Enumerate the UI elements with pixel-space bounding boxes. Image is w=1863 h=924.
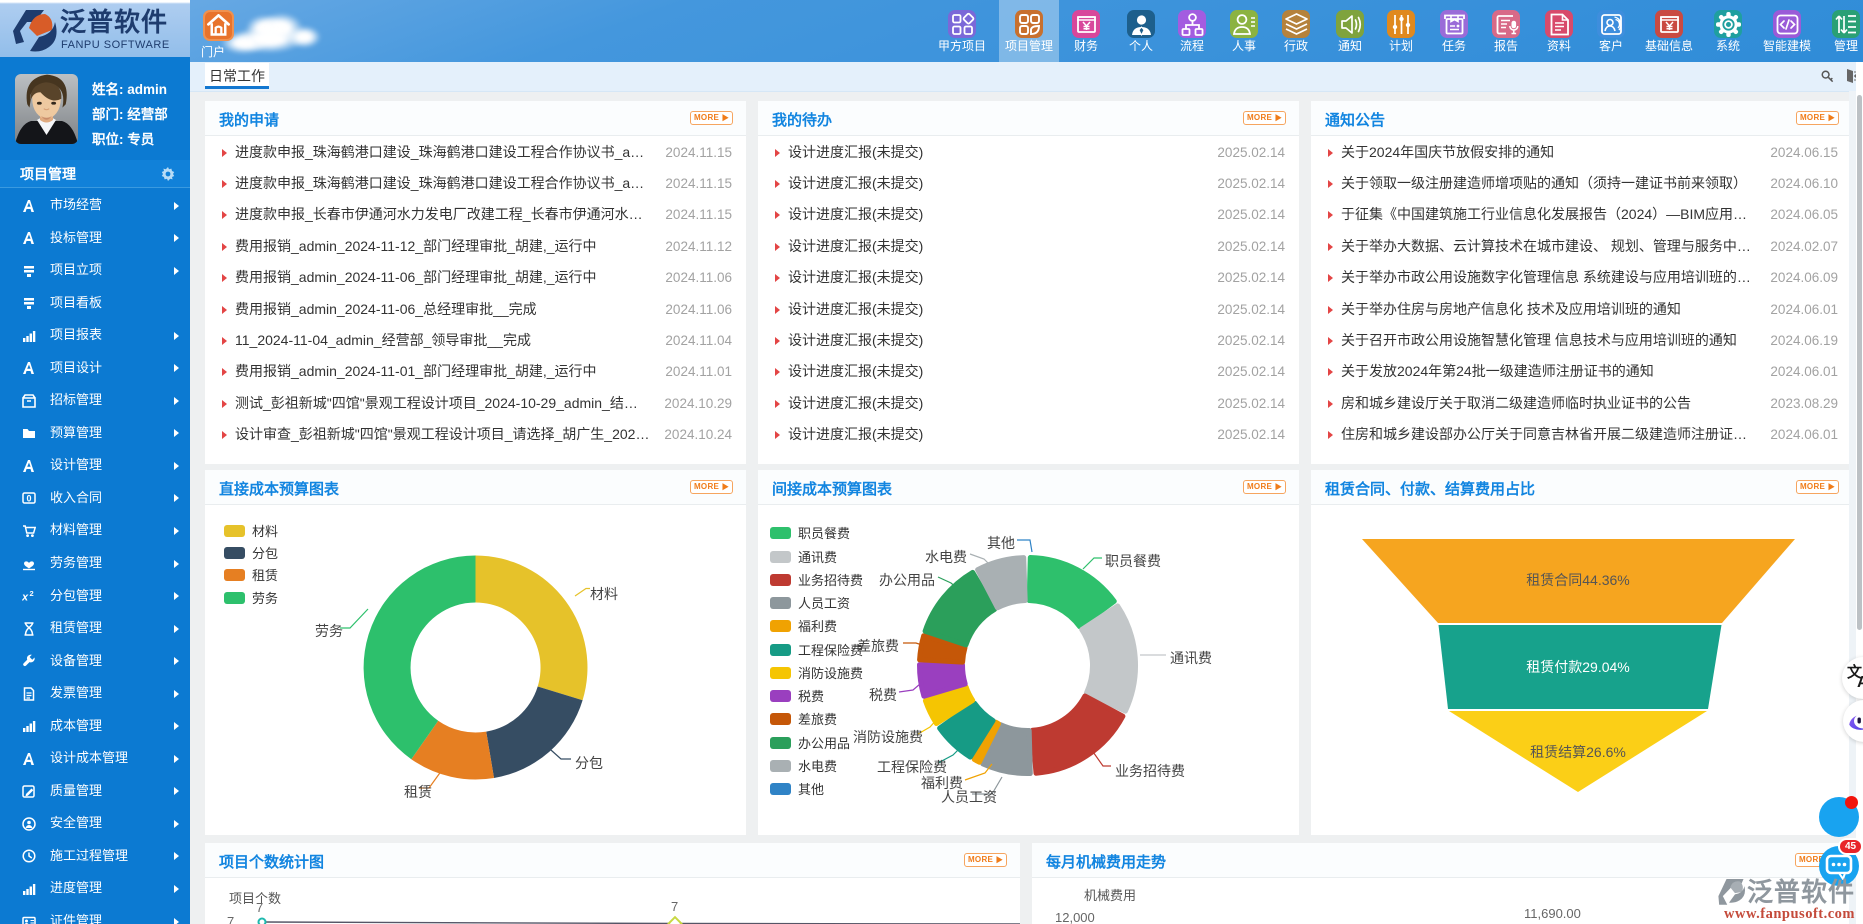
svg-text:租赁付款29.04%: 租赁付款29.04%	[1526, 659, 1629, 675]
svg-text:x: x	[22, 592, 29, 604]
svg-text:0: 0	[26, 494, 31, 504]
svg-text:2: 2	[30, 589, 34, 598]
svg-text:租赁结算26.6%: 租赁结算26.6%	[1530, 744, 1626, 760]
svg-text:A: A	[1857, 674, 1863, 691]
svg-text:租赁合同44.36%: 租赁合同44.36%	[1526, 572, 1629, 588]
